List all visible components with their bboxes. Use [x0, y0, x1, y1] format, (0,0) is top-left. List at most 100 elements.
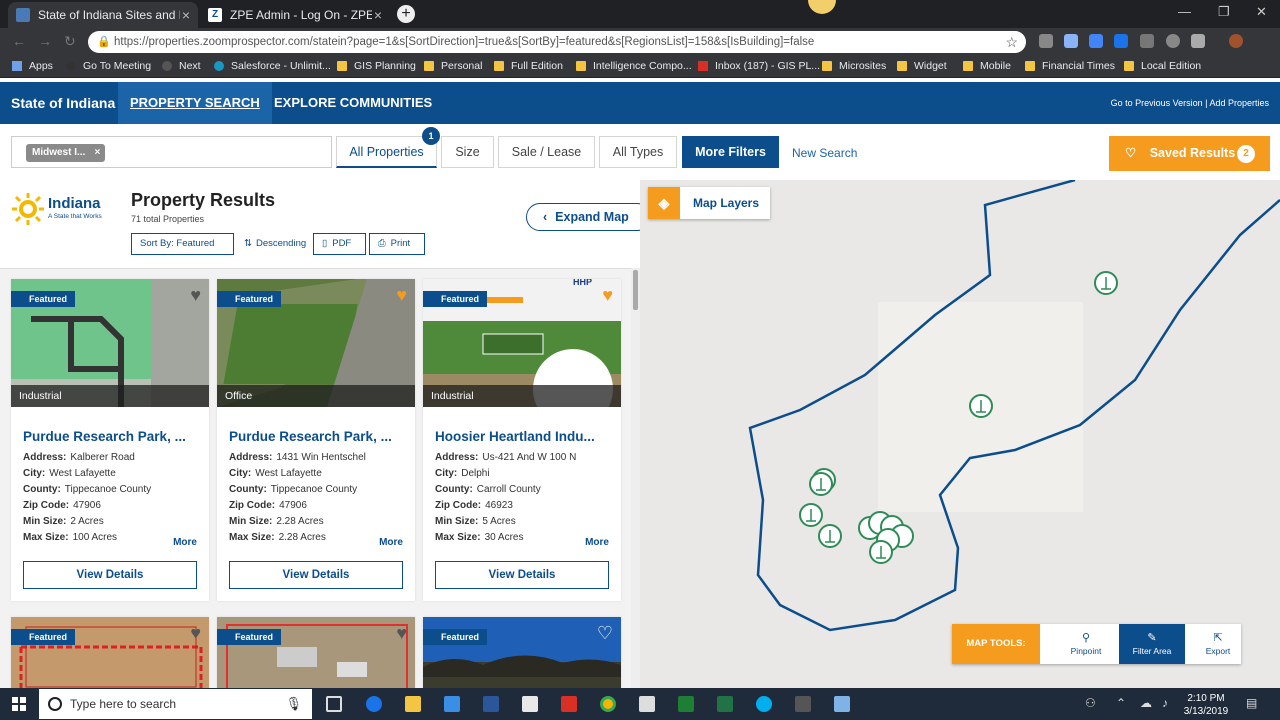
scrollbar-thumb[interactable]	[633, 270, 638, 310]
extension-icon[interactable]	[1166, 34, 1180, 48]
close-tab-icon[interactable]: ×	[374, 7, 382, 23]
bookmark-full-edition[interactable]: Full Edition	[494, 60, 563, 72]
extension-icon[interactable]	[1064, 34, 1078, 48]
reload-icon[interactable]: ↻	[64, 33, 76, 50]
extension-icon[interactable]	[1089, 34, 1103, 48]
saved-results-button[interactable]: ♡ Saved Results 2	[1109, 136, 1270, 171]
extension-icon[interactable]	[1191, 34, 1205, 48]
property-name[interactable]: Purdue Research Park, ...	[23, 429, 186, 444]
chrome-icon[interactable]	[600, 696, 616, 712]
view-details-button[interactable]: View Details	[23, 561, 197, 589]
bookmark-personal[interactable]: Personal	[424, 60, 482, 72]
heart-icon[interactable]: ♥	[190, 623, 201, 644]
avatar[interactable]	[1229, 34, 1243, 48]
store-icon[interactable]	[639, 696, 655, 712]
filter-area-button[interactable]: ✎ Filter Area	[1119, 624, 1185, 664]
expand-map-button[interactable]: ‹ Expand Map	[526, 203, 640, 231]
map-layers-button[interactable]: ◈ Map Layers	[648, 187, 770, 219]
results-scrollbar[interactable]	[631, 268, 640, 688]
remote-desktop-icon[interactable]	[444, 696, 460, 712]
property-card[interactable]: Featured ♥	[217, 617, 415, 688]
bookmark-apps[interactable]: Apps	[12, 60, 53, 72]
app-icon[interactable]	[795, 696, 811, 712]
volume-icon[interactable]: ♪	[1162, 696, 1168, 710]
windows-start-icon[interactable]	[12, 697, 26, 711]
maximize-icon[interactable]: ❐	[1218, 4, 1230, 20]
heart-icon[interactable]: ♡	[597, 623, 613, 644]
cloud-icon[interactable]: ☁	[1140, 696, 1152, 710]
word-icon[interactable]	[483, 696, 499, 712]
bookmark-gis-planning[interactable]: GIS Planning	[337, 60, 416, 72]
property-card[interactable]: Featured ♥ Industrial Purdue Research Pa…	[11, 279, 209, 601]
browser-tab-indiana[interactable]: State of Indiana Sites and Buildin ×	[8, 2, 198, 28]
excel-icon[interactable]	[717, 696, 733, 712]
edge-icon[interactable]	[366, 696, 382, 712]
browser-tab-zpe[interactable]: Z ZPE Admin - Log On - ZPEAdmin ×	[200, 2, 390, 28]
more-link[interactable]: More	[379, 537, 403, 548]
people-icon[interactable]: ⚇	[1085, 696, 1096, 710]
new-search-link[interactable]: New Search	[792, 146, 857, 160]
minimize-icon[interactable]: —	[1178, 4, 1191, 19]
nav-explore-communities[interactable]: EXPLORE COMMUNITIES	[274, 95, 432, 110]
all-properties-button[interactable]: All Properties	[336, 136, 437, 168]
region-search-input[interactable]: Midwest I... ×	[11, 136, 332, 168]
bookmark-salesforce[interactable]: Salesforce - Unlimit...	[214, 60, 331, 72]
acrobat-icon[interactable]	[561, 696, 577, 712]
property-name[interactable]: Hoosier Heartland Indu...	[435, 429, 595, 444]
bookmark-mobile[interactable]: Mobile	[963, 60, 1011, 72]
print-button[interactable]: ⎙ Print	[369, 233, 425, 255]
bookmark-intelligence[interactable]: Intelligence Compo...	[576, 60, 692, 72]
heart-icon[interactable]: ♥	[396, 285, 407, 306]
notifications-icon[interactable]: ▤	[1246, 696, 1257, 710]
view-details-button[interactable]: View Details	[435, 561, 609, 589]
more-link[interactable]: More	[173, 537, 197, 548]
bookmark-microsites[interactable]: Microsites	[822, 60, 886, 72]
bookmark-local-edition[interactable]: Local Edition	[1124, 60, 1201, 72]
file-explorer-icon[interactable]	[405, 696, 421, 712]
extension-icon[interactable]	[1039, 34, 1053, 48]
new-tab-button[interactable]: +	[397, 5, 415, 23]
nav-property-search[interactable]: PROPERTY SEARCH	[118, 82, 272, 124]
forward-icon[interactable]: →	[38, 33, 52, 49]
descending-toggle[interactable]: ⇅ Descending	[244, 238, 306, 249]
chevron-up-icon[interactable]: ⌃	[1116, 696, 1126, 710]
heart-icon[interactable]: ♥	[602, 285, 613, 306]
pdf-button[interactable]: ▯ PDF	[313, 233, 366, 255]
money-icon[interactable]	[678, 696, 694, 712]
export-button[interactable]: ⇱ Export	[1185, 624, 1251, 664]
bookmark-inbox[interactable]: Inbox (187) - GIS PL...	[698, 60, 820, 72]
more-link[interactable]: More	[585, 537, 609, 548]
calendar-extension-icon[interactable]	[1114, 34, 1128, 48]
skype-icon[interactable]	[756, 696, 772, 712]
bookmark-gotomeeting[interactable]: Go To Meeting	[66, 60, 151, 72]
pinpoint-button[interactable]: ⚲ Pinpoint	[1053, 624, 1119, 664]
task-view-icon[interactable]	[326, 696, 342, 712]
system-clock[interactable]: 2:10 PM 3/13/2019	[1181, 692, 1231, 718]
bookmark-widget[interactable]: Widget	[897, 60, 947, 72]
bookmark-next[interactable]: Next	[162, 60, 201, 72]
bookmark-financial-times[interactable]: Financial Times	[1025, 60, 1115, 72]
taskbar-search-input[interactable]: Type here to search 🎙	[39, 689, 312, 719]
map-canvas[interactable]	[640, 180, 1280, 688]
sort-by-button[interactable]: Sort By: Featured	[131, 233, 234, 255]
property-card[interactable]: HHP Featured ♥ Industrial Hoosier Heartl…	[423, 279, 621, 601]
property-card[interactable]: Featured ♥	[11, 617, 209, 688]
mail-icon[interactable]	[522, 696, 538, 712]
close-window-icon[interactable]: ✕	[1256, 4, 1267, 20]
view-details-button[interactable]: View Details	[229, 561, 403, 589]
close-tab-icon[interactable]: ×	[182, 7, 190, 23]
url-input[interactable]: 🔒 https://properties.zoomprospector.com/…	[88, 31, 1026, 53]
snowflake-app-icon[interactable]	[834, 696, 850, 712]
heart-icon[interactable]: ♥	[396, 623, 407, 644]
extension-icon[interactable]	[1140, 34, 1154, 48]
back-icon[interactable]: ←	[12, 33, 26, 49]
size-button[interactable]: Size	[441, 136, 494, 168]
more-filters-button[interactable]: More Filters	[682, 136, 779, 168]
sale-lease-button[interactable]: Sale / Lease	[498, 136, 595, 168]
property-name[interactable]: Purdue Research Park, ...	[229, 429, 392, 444]
map-panel[interactable]: ◈ Map Layers MAP TOOLS: ⚲ Pinpoint ✎ Filte…	[640, 180, 1280, 688]
property-card[interactable]: Featured ♡	[423, 617, 621, 688]
microphone-icon[interactable]: 🎙	[285, 689, 302, 719]
site-brand[interactable]: State of Indiana	[11, 95, 115, 111]
property-card[interactable]: Featured ♥ Office Purdue Research Park, …	[217, 279, 415, 601]
